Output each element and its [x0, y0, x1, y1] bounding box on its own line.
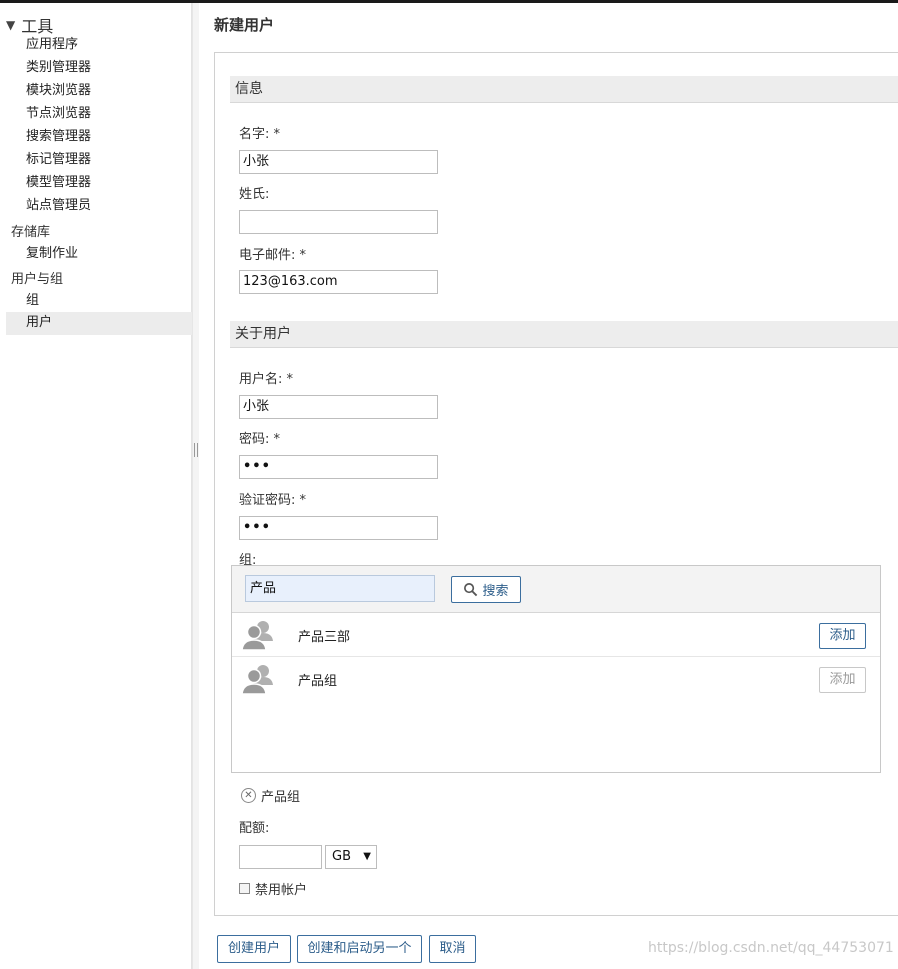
disable-account-label: 禁用帐户	[255, 883, 308, 898]
watermark: https://blog.csdn.net/qq_44753071	[648, 940, 894, 956]
sidebar-item-applications[interactable]: 应用程序	[26, 34, 78, 56]
group-result-row: 产品组 添加	[232, 657, 880, 701]
cancel-button[interactable]: 取消	[429, 935, 476, 963]
sidebar-item-category-manager[interactable]: 类别管理器	[26, 57, 91, 79]
password-input[interactable]: •••	[239, 455, 438, 479]
section-header-info: 信息	[230, 76, 898, 103]
add-group-button[interactable]: 添加	[819, 623, 866, 649]
sidebar-item-model-manager[interactable]: 模型管理器	[26, 172, 91, 194]
username-label: 用户名: *	[239, 372, 294, 387]
group-avatar-icon	[241, 665, 273, 695]
create-user-button[interactable]: 创建用户	[217, 935, 291, 963]
quota-label: 配额:	[239, 821, 270, 836]
confirm-password-label: 验证密码: *	[239, 493, 307, 508]
sidebar-item-node-browser[interactable]: 节点浏览器	[26, 103, 91, 125]
sidebar-item-replication-jobs[interactable]: 复制作业	[26, 243, 78, 265]
quota-input[interactable]	[239, 845, 322, 869]
search-button-label: 搜索	[482, 584, 509, 599]
group-search-button[interactable]: 搜索	[451, 576, 521, 603]
sidebar-item-tag-manager[interactable]: 标记管理器	[26, 149, 91, 171]
selected-group-chip: ✕ 产品组	[241, 786, 300, 805]
pane-splitter[interactable]	[192, 3, 199, 969]
form-panel	[214, 52, 898, 916]
last-name-input[interactable]	[239, 210, 438, 234]
page-title: 新建用户	[214, 16, 275, 34]
username-input[interactable]: 小张	[239, 395, 438, 419]
search-icon	[464, 583, 478, 597]
group-result-row: 产品三部 添加	[232, 613, 880, 657]
remove-circle-icon[interactable]: ✕	[241, 788, 256, 803]
sidebar-item-groups[interactable]: 组	[26, 290, 39, 312]
splitter-grip-icon	[194, 443, 198, 457]
sidebar-heading-users-groups[interactable]: 用户与组	[11, 269, 63, 291]
group-avatar-icon	[241, 621, 273, 651]
first-name-label: 名字: *	[239, 127, 281, 142]
confirm-password-input[interactable]: •••	[239, 516, 438, 540]
create-and-start-another-button[interactable]: 创建和启动另一个	[297, 935, 422, 963]
group-picker: 产品 搜索 产品三部 添加 产品组 添加	[231, 565, 881, 773]
selected-group-name: 产品组	[261, 790, 301, 805]
disable-account-checkbox[interactable]	[239, 883, 250, 894]
add-group-button-disabled[interactable]: 添加	[819, 667, 866, 693]
sidebar: ▼ 工具 应用程序 类别管理器 模块浏览器 节点浏览器 搜索管理器 标记管理器 …	[0, 3, 192, 969]
email-input[interactable]: 123@163.com	[239, 270, 438, 294]
group-search-input[interactable]: 产品	[245, 575, 435, 602]
sidebar-heading-repository[interactable]: 存储库	[11, 222, 50, 244]
quota-unit-select[interactable]: GB ▼	[325, 845, 377, 869]
password-label: 密码: *	[239, 432, 281, 447]
first-name-input[interactable]: 小张	[239, 150, 438, 174]
group-search-bar: 产品 搜索	[232, 566, 880, 613]
email-label: 电子邮件: *	[239, 248, 307, 263]
caret-down-icon: ▼	[363, 851, 371, 862]
disable-account-row: 禁用帐户	[239, 879, 307, 898]
quota-unit-value: GB	[332, 849, 351, 864]
triangle-down-icon: ▼	[6, 18, 16, 32]
sidebar-item-site-admin[interactable]: 站点管理员	[26, 195, 91, 217]
last-name-label: 姓氏:	[239, 187, 270, 202]
group-result-name: 产品组	[298, 674, 338, 689]
group-result-name: 产品三部	[298, 630, 351, 645]
sidebar-item-users[interactable]: 用户	[26, 312, 52, 334]
sidebar-item-module-browser[interactable]: 模块浏览器	[26, 80, 91, 102]
section-header-about: 关于用户	[230, 321, 898, 348]
sidebar-item-search-manager[interactable]: 搜索管理器	[26, 126, 91, 148]
